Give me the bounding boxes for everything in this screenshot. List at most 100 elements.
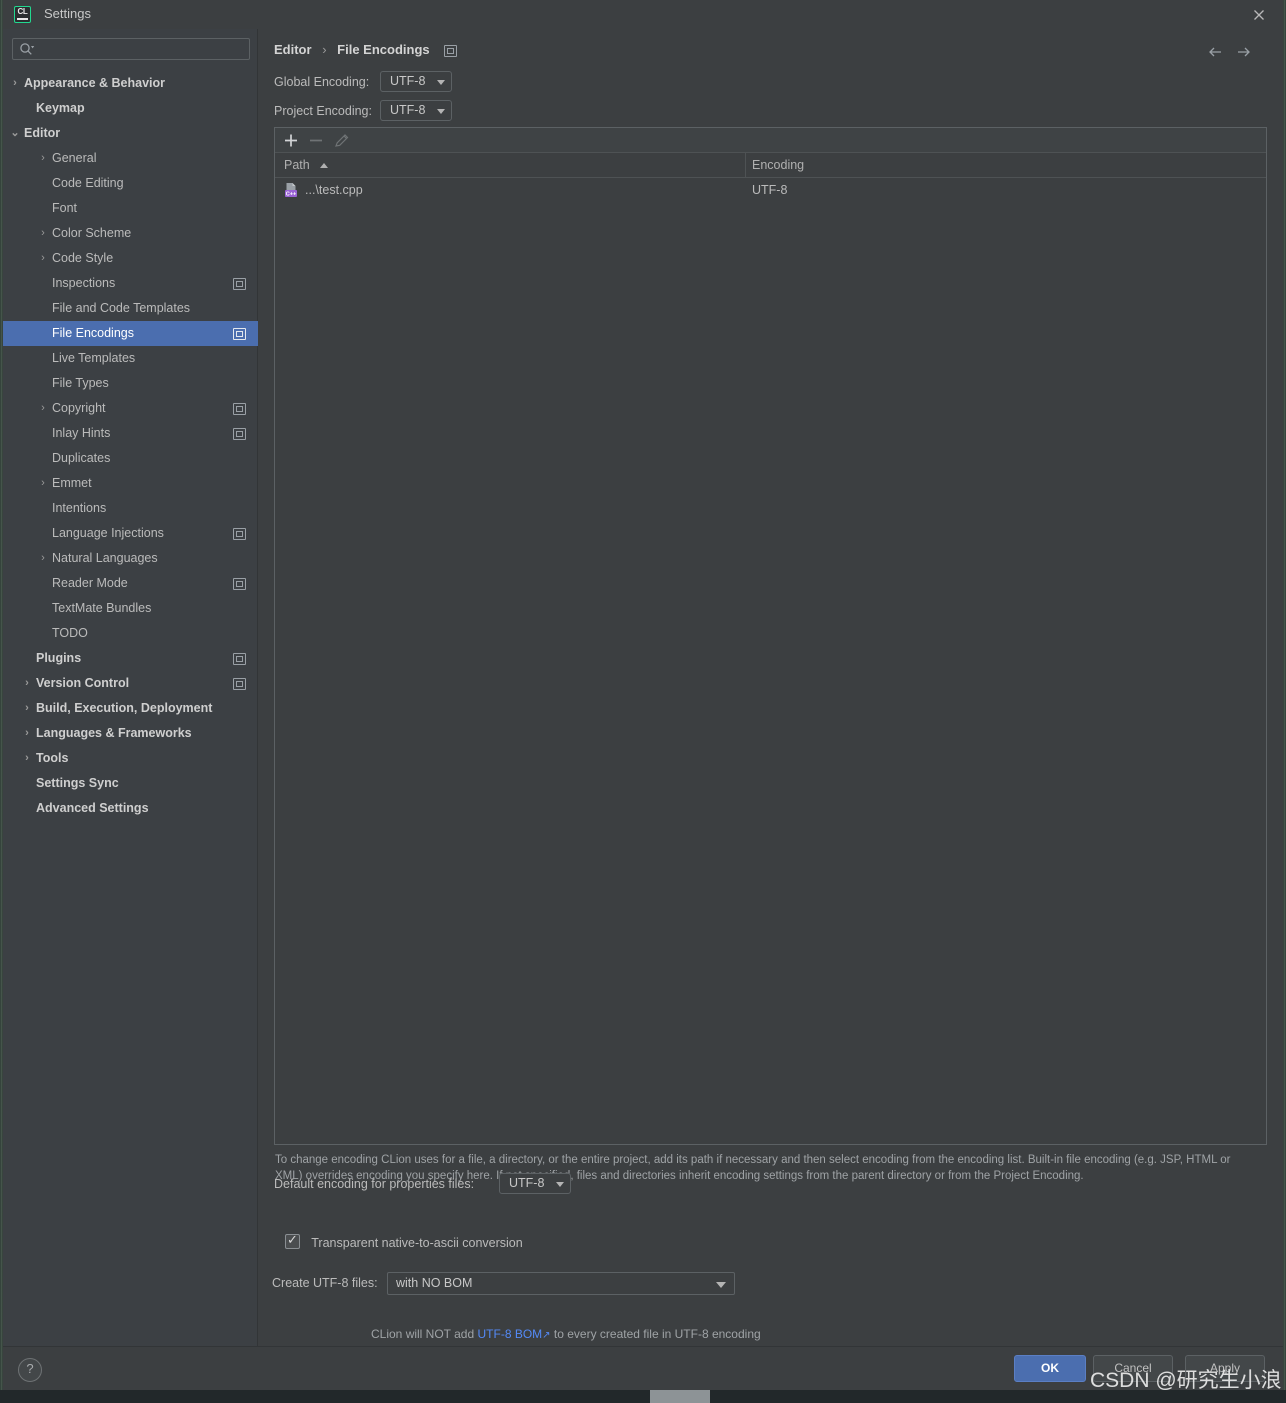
add-path-button[interactable] (281, 131, 301, 150)
sidebar-item-file-types[interactable]: File Types (3, 371, 258, 396)
chevron-down-icon (437, 109, 445, 114)
breadcrumb: Editor › File Encodings (274, 42, 458, 57)
sidebar-item-general[interactable]: › General (3, 146, 258, 171)
sidebar-item-label: Version Control (36, 676, 130, 690)
sidebar-item-code-editing[interactable]: Code Editing (3, 171, 258, 196)
sidebar-item-duplicates[interactable]: Duplicates (3, 446, 258, 471)
chevron-right-icon[interactable]: › (21, 721, 33, 746)
sidebar-item-file-and-code-templates[interactable]: File and Code Templates (3, 296, 258, 321)
chevron-right-icon[interactable]: › (9, 71, 21, 96)
sidebar-item-font[interactable]: Font (3, 196, 258, 221)
forward-arrow-icon[interactable] (1233, 42, 1255, 62)
sidebar-item-code-style[interactable]: › Code Style (3, 246, 258, 271)
properties-encoding-dropdown[interactable]: UTF-8 (499, 1173, 571, 1194)
table-row[interactable]: C++ ...\test.cpp UTF-8 (275, 178, 1266, 202)
sidebar-item-version-control[interactable]: › Version Control (3, 671, 258, 696)
scope-icon[interactable] (233, 278, 246, 290)
sidebar-item-color-scheme[interactable]: › Color Scheme (3, 221, 258, 246)
sidebar-item-advanced-settings[interactable]: Advanced Settings (3, 796, 258, 821)
sidebar-item-editor[interactable]: ⌄ Editor (3, 121, 258, 146)
sidebar-item-inspections[interactable]: Inspections (3, 271, 258, 296)
title-bar: CL Settings (0, 0, 1286, 30)
scope-icon[interactable] (233, 678, 246, 690)
sidebar-item-live-templates[interactable]: Live Templates (3, 346, 258, 371)
sidebar-item-label: Emmet (52, 476, 92, 490)
main-panel: Editor › File Encodings Global Encoding:… (258, 29, 1283, 1346)
search-input[interactable] (12, 38, 250, 60)
chevron-down-icon (716, 1282, 726, 1288)
sidebar-item-label: Appearance & Behavior (24, 76, 166, 90)
sidebar-item-label: Color Scheme (52, 226, 132, 240)
cell-encoding[interactable]: UTF-8 (752, 178, 787, 202)
chevron-right-icon[interactable]: › (21, 696, 33, 721)
sidebar-item-textmate-bundles[interactable]: TextMate Bundles (3, 596, 258, 621)
global-encoding-dropdown[interactable]: UTF-8 (380, 71, 452, 92)
chevron-right-icon[interactable]: › (37, 246, 49, 271)
help-button[interactable]: ? (18, 1358, 42, 1382)
taskbar-segment (650, 1390, 710, 1403)
breadcrumb-current: File Encodings (337, 42, 430, 57)
sidebar-item-label: Reader Mode (52, 576, 128, 590)
apply-button[interactable]: Apply (1185, 1355, 1265, 1382)
navigation-arrows (1205, 42, 1261, 62)
breadcrumb-parent[interactable]: Editor (274, 42, 312, 57)
native-to-ascii-label: Transparent native-to-ascii conversion (311, 1236, 523, 1250)
column-header-path[interactable]: Path (284, 153, 329, 177)
sidebar-item-inlay-hints[interactable]: Inlay Hints (3, 421, 258, 446)
sidebar-item-build-execution-deployment[interactable]: › Build, Execution, Deployment (3, 696, 258, 721)
sidebar-item-appearance-behavior[interactable]: › Appearance & Behavior (3, 71, 258, 96)
sidebar-item-label: TODO (52, 626, 88, 640)
sidebar-item-file-encodings[interactable]: File Encodings (3, 321, 258, 346)
sidebar-item-tools[interactable]: › Tools (3, 746, 258, 771)
sidebar-item-keymap[interactable]: Keymap (3, 96, 258, 121)
chevron-down-icon[interactable]: ⌄ (9, 121, 21, 146)
clion-logo-icon: CL (14, 6, 31, 23)
sidebar-item-reader-mode[interactable]: Reader Mode (3, 571, 258, 596)
scope-icon[interactable] (444, 44, 458, 57)
sidebar-item-label: Editor (24, 126, 61, 140)
chevron-down-icon (556, 1182, 564, 1187)
scope-icon[interactable] (233, 403, 246, 415)
svg-text:C++: C++ (286, 192, 297, 198)
project-encoding-dropdown[interactable]: UTF-8 (380, 100, 452, 121)
sidebar-item-label: TextMate Bundles (52, 601, 152, 615)
chevron-right-icon[interactable]: › (21, 671, 33, 696)
ok-button[interactable]: OK (1014, 1355, 1086, 1382)
back-arrow-icon[interactable] (1205, 42, 1227, 62)
scope-icon[interactable] (233, 528, 246, 540)
clion-logo-bar (17, 18, 28, 20)
clion-logo-text: CL (17, 7, 28, 16)
sidebar-item-languages-frameworks[interactable]: › Languages & Frameworks (3, 721, 258, 746)
sidebar-item-label: General (52, 151, 97, 165)
column-divider[interactable] (745, 153, 746, 177)
chevron-right-icon[interactable]: › (37, 146, 49, 171)
create-utf8-dropdown[interactable]: with NO BOM (387, 1272, 735, 1295)
chevron-right-icon[interactable]: › (37, 546, 49, 571)
sidebar-item-settings-sync[interactable]: Settings Sync (3, 771, 258, 796)
column-header-encoding[interactable]: Encoding (752, 153, 804, 177)
chevron-right-icon[interactable]: › (37, 396, 49, 421)
native-to-ascii-checkbox[interactable]: ✓ Transparent native-to-ascii conversion (285, 1233, 523, 1250)
sidebar-item-todo[interactable]: TODO (3, 621, 258, 646)
sidebar-item-intentions[interactable]: Intentions (3, 496, 258, 521)
sidebar-item-language-injections[interactable]: Language Injections (3, 521, 258, 546)
close-icon[interactable] (1250, 6, 1268, 24)
chevron-right-icon[interactable]: › (37, 471, 49, 496)
cancel-button[interactable]: Cancel (1093, 1355, 1173, 1382)
properties-encoding-value: UTF-8 (509, 1176, 545, 1190)
sidebar-item-plugins[interactable]: Plugins (3, 646, 258, 671)
scope-icon[interactable] (233, 653, 246, 665)
remove-path-button[interactable] (306, 131, 326, 150)
edit-path-button[interactable] (332, 131, 352, 150)
sidebar-item-copyright[interactable]: › Copyright (3, 396, 258, 421)
sidebar-item-emmet[interactable]: › Emmet (3, 471, 258, 496)
chevron-right-icon[interactable]: › (37, 221, 49, 246)
bom-hint: CLion will NOT add UTF-8 BOM↗ to every c… (371, 1325, 761, 1345)
chevron-right-icon[interactable]: › (21, 746, 33, 771)
settings-dialog: CL Settings › Appearance & Behavior Keymap… (0, 0, 1286, 1403)
scope-icon[interactable] (233, 328, 246, 340)
scope-icon[interactable] (233, 578, 246, 590)
sidebar-item-natural-languages[interactable]: › Natural Languages (3, 546, 258, 571)
scope-icon[interactable] (233, 428, 246, 440)
utf8-bom-link[interactable]: UTF-8 BOM (478, 1327, 543, 1341)
